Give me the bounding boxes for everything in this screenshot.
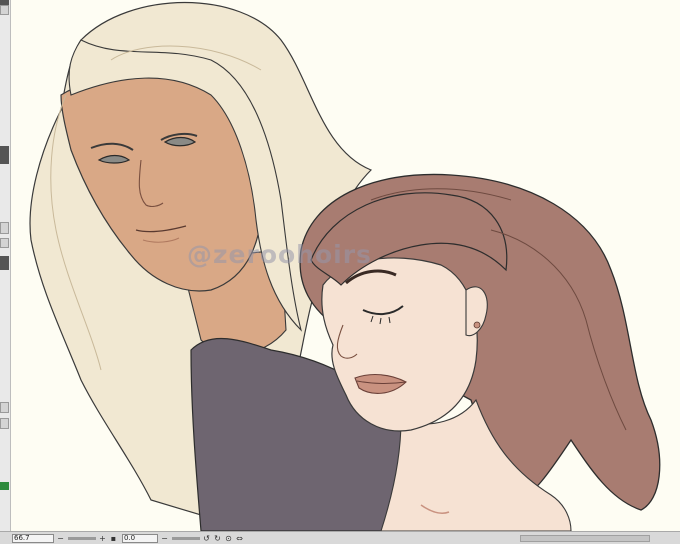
minus-icon[interactable]: − bbox=[56, 534, 65, 543]
tool-button-top[interactable] bbox=[0, 5, 9, 15]
zoom-fit-icon[interactable]: ▪ bbox=[109, 534, 118, 543]
rotate-left-icon[interactable]: ↺ bbox=[202, 534, 211, 543]
left-tool-strip bbox=[0, 0, 11, 531]
horizontal-scrollbar[interactable] bbox=[520, 534, 650, 542]
flip-icon[interactable]: ⇔ bbox=[235, 534, 244, 543]
layer-toggle-icon[interactable] bbox=[0, 238, 9, 248]
watermark-text: @zeroohoirs bbox=[187, 240, 372, 269]
rotate-slider[interactable] bbox=[172, 536, 200, 540]
status-bar: 66.7 − + ▪ 0.0 − ↺ ↻ ⊙ ⇔ bbox=[0, 531, 680, 544]
plus-icon[interactable]: + bbox=[98, 534, 107, 543]
rotate-field[interactable]: 0.0 bbox=[122, 533, 158, 543]
navigator-icon[interactable] bbox=[0, 418, 9, 429]
tool-marker[interactable] bbox=[0, 146, 9, 164]
woman-earring bbox=[473, 321, 481, 329]
status-indicator bbox=[0, 482, 9, 490]
reset-rotation-icon[interactable]: ⊙ bbox=[224, 534, 233, 543]
zoom-field[interactable]: 66.7 bbox=[12, 533, 54, 543]
minus-icon-2[interactable]: − bbox=[160, 534, 169, 543]
drawing-canvas[interactable]: @zeroohoirs bbox=[11, 0, 680, 531]
rotate-right-icon[interactable]: ↻ bbox=[213, 534, 222, 543]
zoom-slider[interactable] bbox=[68, 536, 96, 540]
zoom-icon[interactable] bbox=[0, 402, 9, 413]
trash-icon[interactable] bbox=[0, 222, 9, 234]
layer-marker[interactable] bbox=[0, 256, 9, 270]
